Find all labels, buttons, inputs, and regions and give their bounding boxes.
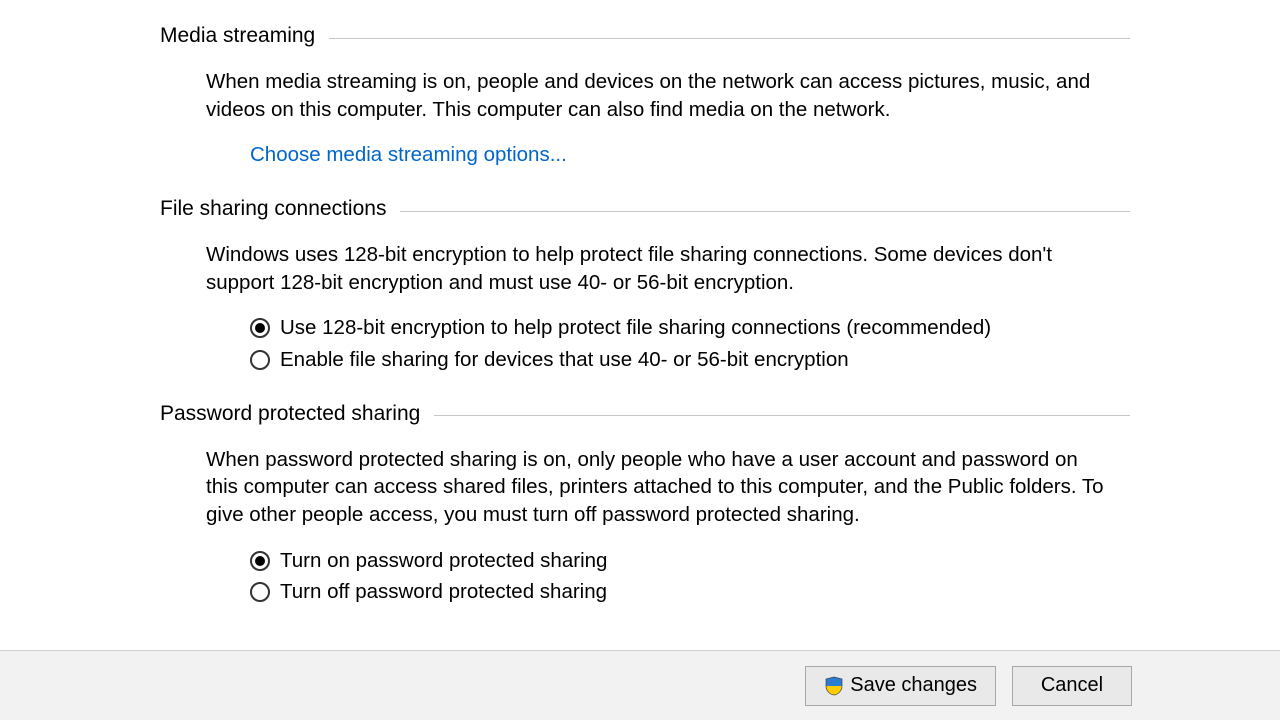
radio-icon [250,318,270,338]
radio-label: Enable file sharing for devices that use… [280,346,849,374]
section-file-sharing: File sharing connections Windows uses 12… [160,197,1130,374]
radio-label: Turn off password protected sharing [280,578,607,606]
radio-icon [250,582,270,602]
radio-icon [250,551,270,571]
section-description: When password protected sharing is on, o… [206,446,1106,529]
radio-password-off[interactable]: Turn off password protected sharing [250,578,1130,606]
dialog-footer: Save changes Cancel [0,650,1280,720]
section-title: Media streaming [160,24,329,48]
cancel-button[interactable]: Cancel [1012,666,1132,706]
section-title: Password protected sharing [160,402,434,426]
divider [400,211,1130,212]
radio-password-on[interactable]: Turn on password protected sharing [250,547,1130,575]
divider [434,415,1130,416]
section-description: When media streaming is on, people and d… [206,68,1106,123]
media-streaming-options-link[interactable]: Choose media streaming options... [250,141,567,169]
uac-shield-icon [824,676,844,696]
section-media-streaming: Media streaming When media streaming is … [160,24,1130,169]
radio-encryption-128[interactable]: Use 128-bit encryption to help protect f… [250,314,1130,342]
radio-encryption-40-56[interactable]: Enable file sharing for devices that use… [250,346,1130,374]
radio-icon [250,350,270,370]
divider [329,38,1130,39]
button-label: Save changes [850,674,977,697]
section-title: File sharing connections [160,197,400,221]
radio-label: Turn on password protected sharing [280,547,607,575]
section-password-sharing: Password protected sharing When password… [160,402,1130,606]
button-label: Cancel [1041,674,1103,697]
radio-label: Use 128-bit encryption to help protect f… [280,314,991,342]
save-changes-button[interactable]: Save changes [805,666,996,706]
section-description: Windows uses 128-bit encryption to help … [206,241,1106,296]
